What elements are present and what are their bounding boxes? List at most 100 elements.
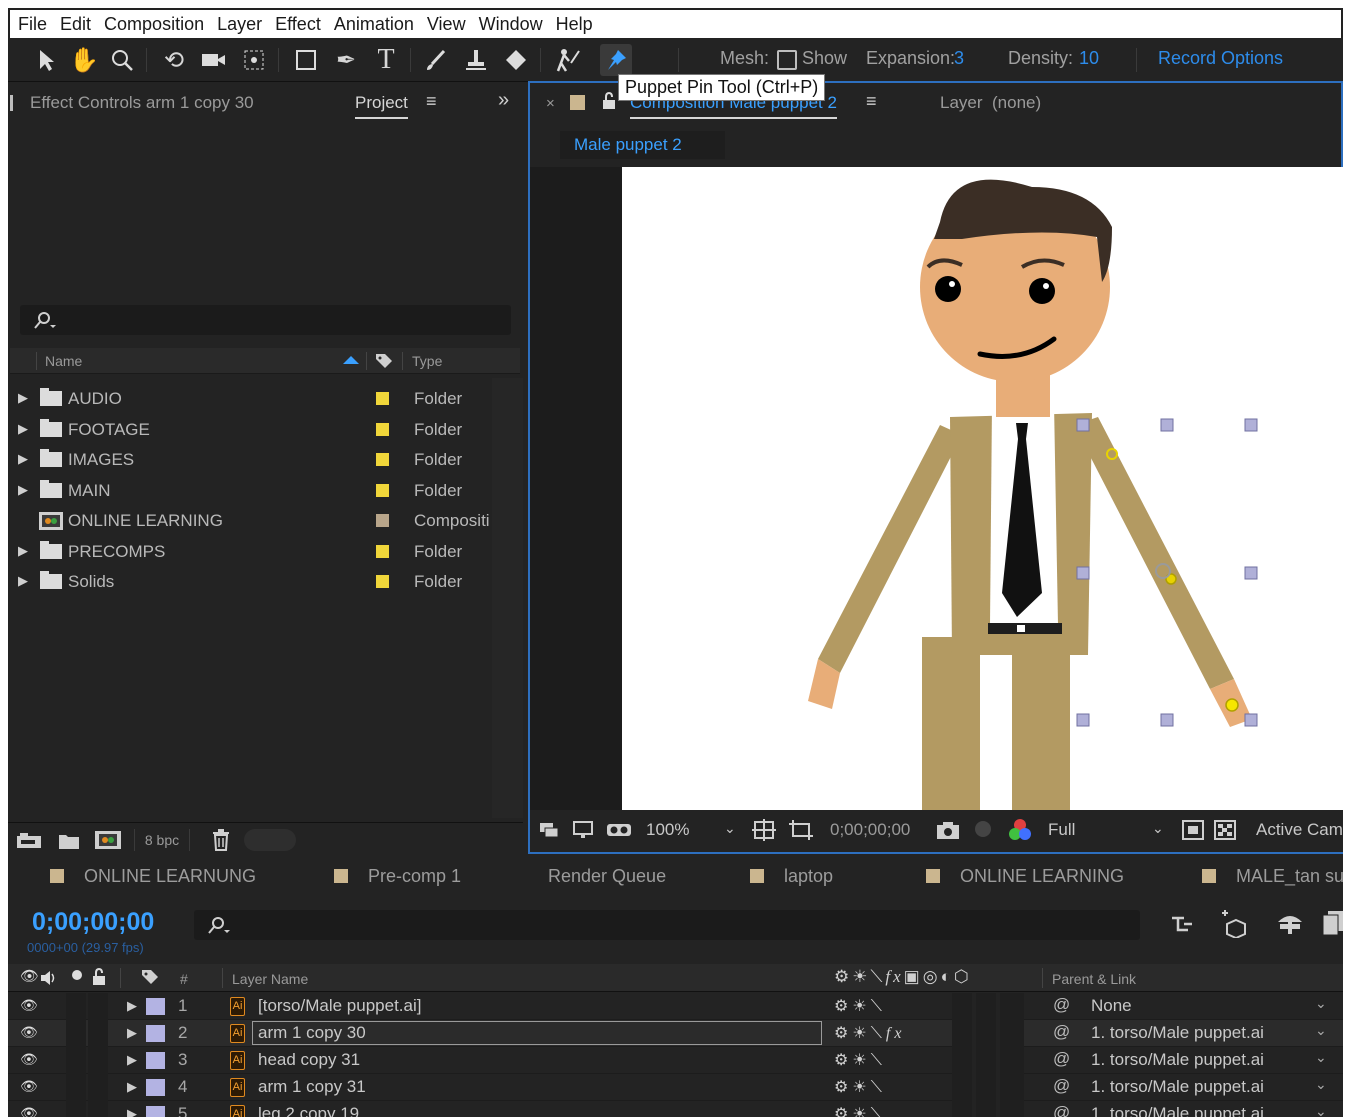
trash-icon[interactable] — [212, 829, 230, 851]
layer-switch-boxes[interactable] — [952, 1101, 1024, 1117]
menu-effect[interactable]: Effect — [275, 14, 321, 35]
label-column-icon[interactable] — [140, 968, 160, 986]
lock-column-icon[interactable] — [92, 968, 106, 986]
pick-whip-icon[interactable]: @ — [1053, 1049, 1070, 1069]
expand-triangle-icon[interactable]: ▶ — [127, 1079, 137, 1095]
name-column-header[interactable]: Name — [45, 353, 82, 369]
camera-tool-icon[interactable] — [198, 44, 230, 76]
layer-label-swatch[interactable] — [146, 1052, 165, 1069]
active-camera-dropdown[interactable]: Active Cam — [1256, 820, 1343, 840]
layer-row[interactable]: 👁 ▶ 2 Ai arm 1 copy 30 ⚙☀⟍fx @1. torso/Male pu… — [8, 1020, 1343, 1047]
expand-triangle-icon[interactable]: ▶ — [127, 1025, 137, 1041]
composition-flowchart-icon[interactable] — [1170, 912, 1196, 936]
layer-name[interactable]: arm 1 copy 31 — [258, 1077, 366, 1097]
video-toggle-icon[interactable]: 👁 — [20, 967, 39, 985]
expand-triangle-icon[interactable]: ▶ — [18, 451, 28, 467]
layer-switch-boxes[interactable] — [952, 1047, 1024, 1074]
composition-viewer[interactable] — [622, 167, 1343, 810]
3d-glasses-icon[interactable] — [606, 820, 632, 840]
magnification-dropdown[interactable]: 100% — [646, 820, 689, 840]
timeline-tab[interactable]: MALE_tan su — [1202, 866, 1343, 887]
expand-triangle-icon[interactable]: ▶ — [127, 998, 137, 1014]
project-item[interactable]: ▶ Solids Folder — [10, 566, 492, 596]
pan-behind-tool-icon[interactable] — [238, 44, 270, 76]
visibility-eye-icon[interactable]: 👁 — [20, 1078, 38, 1095]
parent-dropdown[interactable]: 1. torso/Male puppet.ai — [1091, 1077, 1264, 1097]
project-item[interactable]: ▶ MAIN Folder — [10, 475, 492, 505]
project-item[interactable]: ▶ PRECOMPS Folder — [10, 536, 492, 566]
parent-dropdown[interactable]: 1. torso/Male puppet.ai — [1091, 1050, 1264, 1070]
solo-toggle-icon[interactable] — [72, 970, 82, 980]
label-color-swatch[interactable] — [376, 483, 389, 497]
menu-layer[interactable]: Layer — [217, 14, 262, 35]
menu-help[interactable]: Help — [556, 14, 593, 35]
pick-whip-icon[interactable]: @ — [1053, 1076, 1070, 1096]
menu-composition[interactable]: Composition — [104, 14, 204, 35]
frame-blending-icon[interactable] — [1322, 910, 1343, 936]
menu-view[interactable]: View — [427, 14, 466, 35]
region-of-interest-icon[interactable] — [788, 819, 814, 841]
roto-brush-tool-icon[interactable] — [552, 44, 584, 76]
parent-dropdown[interactable]: 1. torso/Male puppet.ai — [1091, 1023, 1264, 1043]
timeline-tab[interactable]: laptop — [750, 866, 833, 887]
eraser-tool-icon[interactable] — [500, 44, 532, 76]
chevron-down-icon[interactable]: ⌄ — [724, 820, 736, 837]
timeline-timecode[interactable]: 0;00;00;00 — [32, 908, 154, 937]
expand-triangle-icon[interactable]: ▶ — [127, 1052, 137, 1068]
layer-switch-boxes[interactable] — [952, 1020, 1024, 1047]
parent-dropdown[interactable]: None — [1091, 996, 1132, 1016]
panel-menu-icon[interactable]: ≡ — [426, 91, 437, 112]
chevron-down-icon[interactable]: ⌄ — [1315, 1103, 1327, 1117]
label-color-swatch[interactable] — [376, 514, 389, 527]
type-column-header[interactable]: Type — [412, 353, 442, 369]
puppet-pin-tool-icon[interactable] — [600, 44, 632, 76]
layer-row[interactable]: 👁 ▶ 5 Ai leg 2 copy 19 ⚙☀⟍ @1. torso/Male pupp… — [8, 1101, 1343, 1117]
resolution-dropdown[interactable]: Full — [1048, 820, 1075, 840]
layer-name[interactable]: leg 2 copy 19 — [258, 1104, 359, 1117]
visibility-eye-icon[interactable]: 👁 — [20, 1024, 38, 1041]
menu-file[interactable]: File — [18, 14, 47, 35]
expand-triangle-icon[interactable]: ▶ — [18, 482, 28, 498]
project-item[interactable]: ▶ FOOTAGE Folder — [10, 414, 492, 444]
project-item[interactable]: ▶ IMAGES Folder — [10, 444, 492, 474]
thumbnail-slider[interactable] — [244, 829, 296, 851]
solo-switch[interactable] — [66, 1101, 86, 1117]
layer-switches[interactable]: ⚙☀⟍ — [834, 1050, 886, 1070]
solo-switch[interactable] — [66, 993, 86, 1020]
lock-icon[interactable] — [602, 92, 616, 110]
solo-switch[interactable] — [66, 1074, 86, 1101]
expand-triangle-icon[interactable]: ▶ — [127, 1106, 137, 1117]
timeline-tab[interactable]: Render Queue — [548, 866, 666, 887]
solo-switch[interactable] — [66, 1047, 86, 1074]
layer-switch-boxes[interactable] — [952, 993, 1024, 1020]
show-mesh-checkbox[interactable] — [777, 50, 797, 70]
layer-label-swatch[interactable] — [146, 1025, 165, 1042]
panel-overflow-icon[interactable]: » — [498, 89, 509, 112]
interpret-footage-icon[interactable] — [16, 832, 42, 850]
timeline-search-input[interactable] — [194, 910, 1140, 940]
shy-layers-icon[interactable] — [1276, 910, 1304, 936]
label-color-swatch[interactable] — [376, 544, 389, 558]
lock-switch[interactable] — [88, 1074, 108, 1101]
expansion-value[interactable]: 3 — [954, 48, 964, 69]
label-color-swatch[interactable] — [376, 422, 389, 436]
zoom-tool-icon[interactable] — [106, 44, 138, 76]
snapshot-camera-icon[interactable] — [936, 820, 960, 840]
label-color-swatch[interactable] — [376, 575, 389, 588]
layer-label-swatch[interactable] — [146, 1079, 165, 1096]
expand-triangle-icon[interactable]: ▶ — [18, 543, 28, 559]
pick-whip-icon[interactable]: @ — [1053, 1022, 1070, 1042]
lock-switch[interactable] — [88, 1101, 108, 1117]
project-tab[interactable]: Project — [355, 93, 408, 119]
layer-name[interactable]: head copy 31 — [258, 1050, 360, 1070]
menu-edit[interactable]: Edit — [60, 14, 91, 35]
grid-guides-icon[interactable] — [752, 819, 776, 841]
current-time-display[interactable]: 0;00;00;00 — [830, 820, 910, 840]
label-tag-icon[interactable] — [374, 352, 394, 370]
chevron-down-icon[interactable]: ⌄ — [1315, 1076, 1327, 1093]
layer-switches[interactable]: ⚙☀⟍ — [834, 1077, 886, 1097]
layer-name[interactable]: [torso/Male puppet.ai] — [258, 996, 421, 1016]
lock-switch[interactable] — [88, 1047, 108, 1074]
expand-triangle-icon[interactable]: ▶ — [18, 390, 28, 406]
layer-switches[interactable]: ⚙☀⟍ — [834, 1104, 886, 1117]
